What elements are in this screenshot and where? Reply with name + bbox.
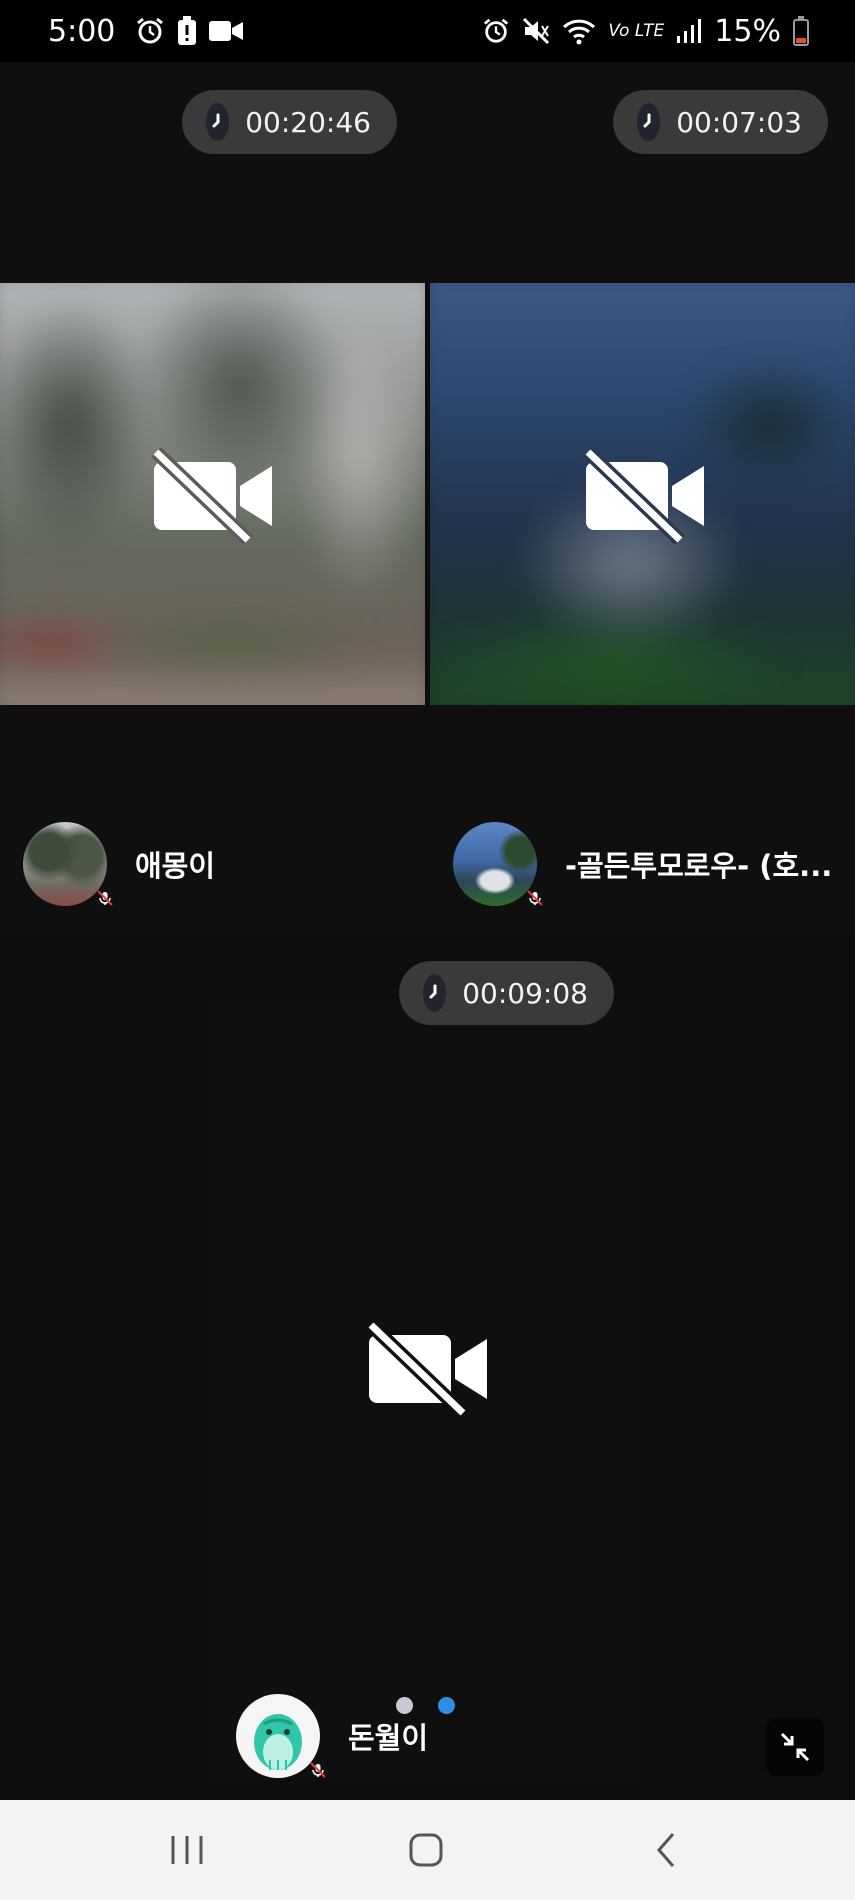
battery-icon: [793, 16, 809, 46]
mic-muted-icon: [526, 889, 544, 907]
camera-off-icon: [151, 448, 272, 544]
wifi-icon: [562, 17, 596, 45]
mic-muted-icon: [96, 889, 114, 907]
call-duration-timer: 00:09:08: [399, 961, 614, 1025]
battery-percent: 15%: [714, 13, 781, 49]
back-icon: [657, 1833, 675, 1867]
call-duration-timer: 00:20:46: [182, 90, 397, 154]
camera-off-icon: [366, 1321, 487, 1417]
clock-icon: [206, 103, 230, 141]
signal-icon: [676, 18, 702, 44]
timer-text: 00:07:03: [676, 105, 802, 139]
volte-icon: Vo LTE: [608, 21, 665, 41]
clock-icon: [423, 974, 447, 1012]
back-button[interactable]: [626, 1822, 706, 1878]
page-indicator: [396, 1697, 455, 1714]
participant-info-2: -골든투모로우- (호...: [453, 822, 833, 907]
home-button[interactable]: [386, 1822, 466, 1878]
camera-off-icon: [583, 448, 704, 544]
call-duration-timer: 00:07:03: [613, 90, 828, 154]
battery-alert-icon: [177, 16, 197, 46]
participant-info-1: 애몽이: [23, 822, 216, 907]
minimize-button[interactable]: [766, 1718, 824, 1776]
mic-muted-icon: [309, 1761, 327, 1779]
status-bar: 5:00 Vo LTE 15%: [0, 0, 855, 62]
home-icon: [409, 1833, 443, 1867]
participant-name: -골든투모로우- (호...: [565, 849, 833, 883]
system-nav-bar: [0, 1800, 855, 1900]
participant-name: 돈월이: [348, 1721, 429, 1755]
page-dot-1[interactable]: [396, 1697, 413, 1714]
minimize-icon: [780, 1732, 810, 1762]
video-call-icon: [209, 19, 244, 43]
page-dot-2-active[interactable]: [438, 1697, 455, 1714]
mute-icon: [522, 17, 550, 45]
status-time: 5:00: [48, 13, 116, 49]
recent-apps-icon: [171, 1836, 203, 1864]
alarm-icon: [482, 17, 510, 45]
alarm-icon: [135, 16, 165, 46]
recent-apps-button[interactable]: [147, 1822, 227, 1878]
timer-text: 00:09:08: [462, 976, 588, 1010]
participant-name: 애몽이: [135, 849, 216, 883]
timer-text: 00:20:46: [245, 105, 371, 139]
clock-icon: [637, 103, 661, 141]
